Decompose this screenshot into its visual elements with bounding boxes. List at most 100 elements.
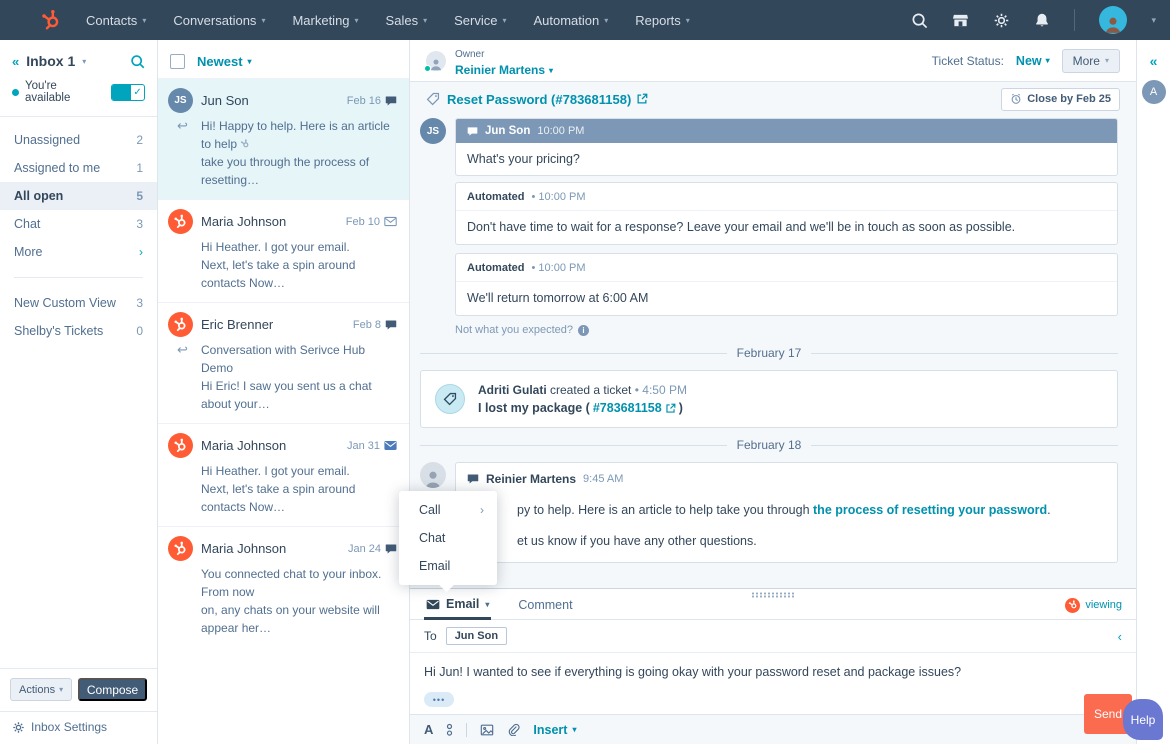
email-body-input[interactable]: Hi Jun! I wanted to see if everything is… (410, 653, 1136, 679)
inbox-views-list: Unassigned 2 Assigned to me 1 All open 5 Ch… (0, 117, 157, 345)
sidebar-item-label: All open (14, 189, 64, 203)
menu-item-chat[interactable]: Chat (399, 524, 497, 552)
sidebar-item-more[interactable]: More › (0, 238, 157, 266)
nav-service[interactable]: Service ▾ (454, 13, 506, 28)
nav-automation[interactable]: Automation ▾ (533, 13, 608, 28)
owner-dropdown[interactable]: Reinier Martens ▾ (455, 63, 553, 78)
marketplace-icon[interactable] (952, 12, 969, 29)
conversation-item-maria-johnson-2[interactable]: Maria Johnson Jan 31 Hi Heather. I got y… (158, 423, 409, 526)
chevron-left-icon[interactable]: ‹ (1118, 629, 1122, 644)
user-avatar[interactable] (1099, 6, 1128, 34)
message-stream: JS Jun Son 10:00 PM What's your pricing?… (410, 116, 1136, 600)
insert-dropdown[interactable]: Insert ▾ (533, 723, 576, 737)
message-agent: Reinier Martens 9:45 AM py to help. Here… (420, 462, 1118, 563)
chat-bubble-icon (467, 473, 479, 485)
hubspot-logo-icon[interactable] (40, 9, 62, 31)
sidebar-item-all-open[interactable]: All open 5 (0, 182, 157, 210)
personalize-icon[interactable] (446, 723, 453, 737)
close-by-label: Close by Feb 25 (1027, 93, 1111, 105)
attachment-icon[interactable] (507, 723, 520, 736)
sidebar-item-new-custom-view[interactable]: New Custom View 3 (0, 289, 157, 317)
chevron-down-icon[interactable]: ▾ (82, 57, 86, 66)
sidebar-item-unassigned[interactable]: Unassigned 2 (0, 126, 157, 154)
contact-name: Maria Johnson (201, 214, 287, 229)
help-button[interactable]: Help (1123, 699, 1163, 740)
nav-reports[interactable]: Reports ▾ (635, 13, 690, 28)
tab-comment[interactable]: Comment (518, 591, 572, 619)
nav-sales-label: Sales (385, 12, 419, 28)
chevron-down-icon: ▾ (604, 15, 609, 25)
avatar[interactable]: A (1141, 80, 1166, 104)
article-link[interactable]: the process of resetting your password (813, 503, 1047, 517)
more-label: More (1072, 53, 1100, 68)
preview-line: Hi Heather. I got your email. (201, 464, 350, 478)
nav-marketing[interactable]: Marketing ▾ (292, 13, 358, 28)
check-icon: ✓ (133, 86, 142, 98)
conversation-item-eric-brenner[interactable]: Eric Brenner Feb 8 ↩ Conversation with S… (158, 302, 409, 423)
chevron-down-icon[interactable]: ▾ (1151, 15, 1156, 26)
expand-panel-icon[interactable]: « (1150, 53, 1158, 69)
select-all-checkbox[interactable] (170, 53, 185, 69)
online-dot-icon (424, 64, 431, 72)
external-link-icon[interactable] (636, 93, 648, 105)
feedback-prompt[interactable]: Not what you expected? i (455, 324, 1118, 336)
owner-name: Reinier Martens (455, 63, 546, 77)
email-icon (426, 599, 440, 610)
ticket-status-dropdown[interactable]: New ▾ (1016, 54, 1050, 68)
sidebar-item-shelbys-tickets[interactable]: Shelby's Tickets 0 (0, 317, 157, 345)
tab-email[interactable]: Email ▾ (424, 591, 492, 620)
message-body: Don't have time to wait for a response? … (467, 220, 1016, 234)
ticket-number-link[interactable]: #783681158 (593, 401, 662, 415)
search-icon[interactable] (130, 54, 145, 69)
insert-image-icon[interactable] (480, 723, 494, 737)
sidebar-item-chat[interactable]: Chat 3 (0, 210, 157, 238)
conversation-item-jun-son[interactable]: JS Jun Son Feb 16 ↩ Hi! Happy to help. H… (158, 78, 409, 199)
message-time: 9:45 AM (583, 473, 624, 485)
notifications-icon[interactable] (1034, 12, 1050, 28)
nav-contacts[interactable]: Contacts ▾ (86, 13, 146, 28)
message-body: What's your pricing? (467, 152, 580, 166)
nav-conversations-label: Conversations (173, 12, 257, 28)
text-format-icon[interactable]: A (424, 722, 433, 737)
menu-item-call[interactable]: Call › (399, 496, 497, 524)
conversation-item-maria-johnson-1[interactable]: Maria Johnson Feb 10 Hi Heather. I got y… (158, 199, 409, 302)
external-link-icon[interactable] (665, 403, 676, 414)
conversation-preview: Hi Heather. I got your email. Next, let'… (201, 238, 397, 292)
sidebar-item-count: 3 (136, 217, 143, 231)
chevron-down-icon: ▾ (261, 15, 266, 25)
settings-icon[interactable] (993, 12, 1010, 29)
conversation-preview: You connected chat to your inbox. From n… (201, 565, 397, 637)
conversation-item-maria-johnson-3[interactable]: Maria Johnson Jan 24 You connected chat … (158, 526, 409, 647)
collapse-sidebar-icon[interactable]: « (12, 54, 19, 69)
menu-item-email[interactable]: Email (399, 552, 497, 580)
search-icon[interactable] (911, 12, 928, 29)
nav-reports-label: Reports (635, 12, 681, 28)
sidebar-item-label: Shelby's Tickets (14, 324, 104, 338)
nav-conversations[interactable]: Conversations ▾ (173, 13, 265, 28)
info-icon[interactable]: i (578, 324, 590, 336)
compose-button[interactable]: Compose (78, 678, 147, 701)
close-by-button[interactable]: Close by Feb 25 (1001, 87, 1120, 111)
top-nav: Contacts ▾ Conversations ▾ Marketing ▾ Sale… (0, 0, 1170, 40)
availability-toggle[interactable]: ✓ (111, 83, 145, 101)
sidebar-item-label: Assigned to me (14, 161, 101, 175)
ticket-title-link[interactable]: Reset Password (#783681158) (447, 92, 631, 107)
contact-name: Maria Johnson (201, 438, 287, 453)
email-unread-icon (384, 440, 397, 451)
sort-dropdown[interactable]: Newest ▾ (197, 54, 252, 69)
sidebar-item-label: Chat (14, 217, 41, 231)
nav-sales[interactable]: Sales ▾ (386, 13, 428, 28)
ticket-icon (435, 384, 465, 414)
actions-button[interactable]: Actions ▾ (10, 678, 73, 701)
resize-handle[interactable] (751, 592, 795, 598)
expand-trimmed-content-button[interactable]: ••• (424, 692, 454, 707)
inbox-settings-link[interactable]: Inbox Settings (0, 711, 157, 744)
recipient-chip[interactable]: Jun Son (445, 627, 508, 645)
sidebar-item-assigned-to-me[interactable]: Assigned to me 1 (0, 154, 157, 182)
more-button[interactable]: More ▾ (1061, 48, 1120, 73)
nav-automation-label: Automation (533, 12, 600, 28)
chevron-down-icon: ▾ (354, 15, 359, 25)
inbox-title[interactable]: Inbox 1 (26, 53, 75, 69)
feedback-label: Not what you expected? (455, 324, 574, 336)
chevron-right-icon: › (480, 503, 484, 517)
